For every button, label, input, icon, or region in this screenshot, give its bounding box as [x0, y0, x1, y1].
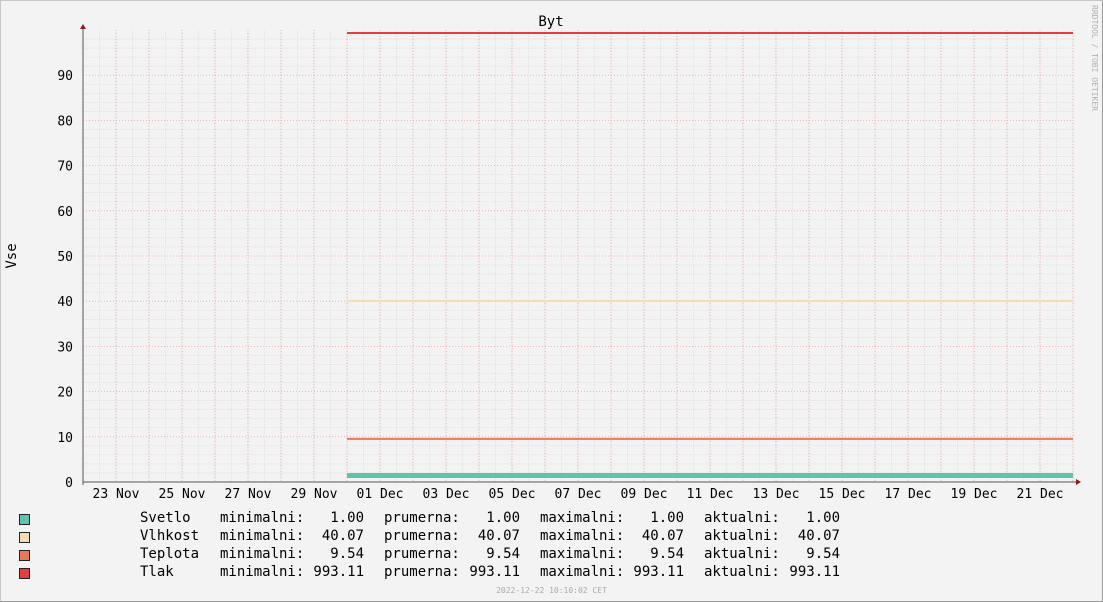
legend-swatch	[19, 568, 30, 579]
y-tick-label: 50	[57, 250, 73, 265]
y-tick-label: 0	[65, 476, 73, 491]
x-tick-label: 11 Dec	[687, 487, 734, 502]
legend-row: Tlak minimalni: 993.11 prumerna: 993.11 maxim…	[0, 564, 900, 582]
legend-series-name: Svetlo	[140, 510, 191, 526]
y-tick-label: 60	[57, 205, 73, 220]
x-tick-label: 21 Dec	[1017, 487, 1064, 502]
y-tick-label: 40	[57, 295, 73, 310]
legend-value-aktualni: 9.54	[806, 546, 840, 562]
legend-swatch	[19, 550, 30, 561]
legend-series-name: Teplota	[140, 546, 200, 562]
x-axis-arrow	[1076, 479, 1081, 485]
legend-label-prumerna: prumerna:	[384, 546, 460, 562]
y-tick-label: 30	[57, 340, 73, 355]
x-tick-label: 15 Dec	[819, 487, 866, 502]
legend-value-aktualni: 40.07	[797, 528, 840, 544]
chart-title: Byt	[538, 14, 563, 30]
legend-label-maximalni: maximalni:	[540, 564, 625, 580]
legend-label-aktualni: aktualni:	[704, 546, 780, 562]
footer-timestamp: 2022-12-22 10:10:02 CET	[496, 586, 607, 595]
x-tick-label: 03 Dec	[423, 487, 470, 502]
legend-label-prumerna: prumerna:	[384, 510, 460, 526]
legend-row: Teplota minimalni: 9.54 prumerna: 9.54 maxima…	[0, 546, 900, 564]
legend-value-aktualni: 993.11	[789, 564, 840, 580]
legend-value-maximalni: 1.00	[650, 510, 684, 526]
y-tick-label: 80	[57, 114, 73, 129]
y-tick-label: 90	[57, 69, 73, 84]
legend-label-aktualni: aktualni:	[704, 564, 780, 580]
x-tick-label: 29 Nov	[291, 487, 338, 502]
x-tick-label: 05 Dec	[489, 487, 536, 502]
y-tick-label: 20	[57, 386, 73, 401]
x-tick-label: 13 Dec	[753, 487, 800, 502]
legend-value-minimalni: 1.00	[330, 510, 364, 526]
legend-label-maximalni: maximalni:	[540, 528, 625, 544]
legend-value-minimalni: 9.54	[330, 546, 364, 562]
x-tick-label: 07 Dec	[555, 487, 602, 502]
legend-value-maximalni: 9.54	[650, 546, 684, 562]
legend-value-prumerna: 1.00	[486, 510, 520, 526]
legend-label-prumerna: prumerna:	[384, 528, 460, 544]
legend-label-minimalni: minimalni:	[220, 546, 305, 562]
legend-value-prumerna: 40.07	[477, 528, 520, 544]
legend-label-prumerna: prumerna:	[384, 564, 460, 580]
legend-value-minimalni: 40.07	[321, 528, 364, 544]
legend-series-name: Vlhkost	[140, 528, 200, 544]
legend-value-aktualni: 1.00	[806, 510, 840, 526]
x-tick-label: 17 Dec	[885, 487, 932, 502]
x-tick-label: 25 Nov	[159, 487, 206, 502]
x-tick-label: 23 Nov	[93, 487, 140, 502]
x-tick-label: 19 Dec	[951, 487, 998, 502]
legend-row: Vlhkost minimalni: 40.07 prumerna: 40.07 maxi…	[0, 528, 900, 546]
legend-swatch	[19, 532, 30, 543]
x-tick-label: 09 Dec	[621, 487, 668, 502]
legend-value-minimalni: 993.11	[313, 564, 364, 580]
rrdtool-credit: RRDTOOL / TOBI OETIKER	[1090, 5, 1099, 111]
legend-value-maximalni: 993.11	[633, 564, 684, 580]
legend-label-minimalni: minimalni:	[220, 564, 305, 580]
legend-series-name: Tlak	[140, 564, 174, 580]
legend-row: Svetlo minimalni: 1.00 prumerna: 1.00 maximal…	[0, 510, 900, 528]
legend-label-minimalni: minimalni:	[220, 510, 305, 526]
grid	[82, 30, 1074, 482]
legend-value-maximalni: 40.07	[641, 528, 684, 544]
legend-label-maximalni: maximalni:	[540, 546, 625, 562]
y-axis-arrow	[80, 24, 86, 29]
y-tick-label: 10	[57, 431, 73, 446]
legend-swatch	[19, 514, 30, 525]
legend-label-aktualni: aktualni:	[704, 528, 780, 544]
legend-label-aktualni: aktualni:	[704, 510, 780, 526]
y-tick-label: 70	[57, 160, 73, 175]
legend-value-prumerna: 9.54	[486, 546, 520, 562]
x-tick-label: 27 Nov	[225, 487, 272, 502]
legend-label-maximalni: maximalni:	[540, 510, 625, 526]
y-axis-label: Vse	[4, 243, 20, 268]
legend-value-prumerna: 993.11	[469, 564, 520, 580]
x-tick-label: 01 Dec	[357, 487, 404, 502]
legend-label-minimalni: minimalni:	[220, 528, 305, 544]
